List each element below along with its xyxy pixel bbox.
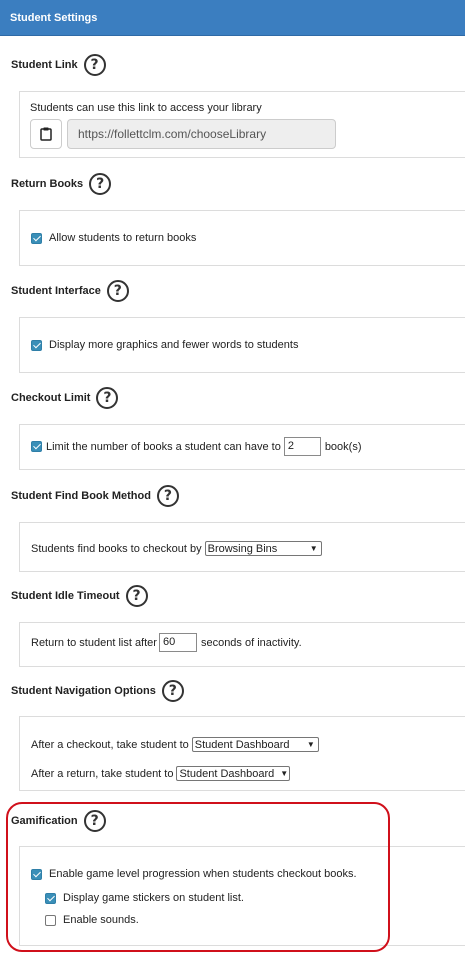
idle-timeout-title: Student Idle Timeout: [11, 590, 120, 602]
idle-timeout-section-title: Student Idle Timeout ?: [11, 585, 148, 607]
help-icon[interactable]: ?: [83, 810, 106, 832]
help-icon[interactable]: ?: [161, 680, 184, 702]
find-book-selected: Browsing Bins: [207, 542, 278, 555]
help-icon[interactable]: ?: [89, 173, 112, 195]
navigation-title: Student Navigation Options: [11, 685, 156, 697]
chevron-down-icon: ▼: [306, 740, 315, 749]
student-interface-title: Student Interface: [11, 285, 101, 297]
graphics-checkbox[interactable]: [31, 339, 42, 351]
navigation-section-title: Student Navigation Options ?: [11, 680, 184, 702]
help-icon[interactable]: ?: [156, 485, 179, 507]
find-book-section-title: Student Find Book Method ?: [11, 485, 179, 507]
sounds-label: Enable sounds.: [63, 914, 139, 926]
checkout-limit-panel: Limit the number of books a student can …: [19, 424, 465, 470]
after-checkout-row: After a checkout, take student to Studen…: [31, 737, 319, 752]
page-title: Student Settings: [10, 11, 98, 24]
allow-return-checkbox[interactable]: [31, 232, 42, 244]
after-return-select[interactable]: Student Dashboard ▼: [176, 766, 291, 781]
game-stickers-checkbox[interactable]: [45, 892, 56, 904]
gamification-title: Gamification: [11, 815, 78, 827]
student-interface-panel: Display more graphics and fewer words to…: [19, 317, 465, 373]
after-checkout-label: After a checkout, take student to: [31, 738, 189, 751]
checkout-limit-title: Checkout Limit: [11, 392, 91, 404]
clipboard-icon: [40, 127, 52, 141]
gamification-panel: Enable game level progression when stude…: [19, 846, 465, 946]
checkout-limit-section-title: Checkout Limit ?: [11, 387, 119, 409]
find-book-panel: Students find books to checkout by Brows…: [19, 522, 465, 572]
navigation-panel: After a checkout, take student to Studen…: [19, 716, 465, 791]
return-books-section-title: Return Books ?: [11, 173, 112, 195]
student-link-url-field[interactable]: https://follettclm.com/chooseLibrary: [67, 119, 336, 149]
help-icon[interactable]: ?: [125, 585, 148, 607]
checkout-limit-checkbox[interactable]: [31, 441, 42, 452]
game-level-option[interactable]: Enable game level progression when stude…: [31, 868, 357, 880]
idle-timeout-row: Return to student list after 60 seconds …: [31, 633, 302, 652]
chevron-down-icon: ▼: [309, 544, 318, 553]
after-checkout-select[interactable]: Student Dashboard ▼: [191, 737, 319, 752]
gamification-section-title: Gamification ?: [11, 810, 106, 832]
after-return-selected: Student Dashboard: [179, 767, 275, 780]
game-level-checkbox[interactable]: [31, 868, 42, 880]
help-icon[interactable]: ?: [83, 54, 106, 76]
student-link-panel: Students can use this link to access you…: [19, 91, 465, 158]
return-books-panel: Allow students to return books: [19, 210, 465, 266]
student-link-section-title: Student Link ?: [11, 54, 106, 76]
help-icon[interactable]: ?: [96, 387, 119, 409]
page-header: Student Settings: [0, 0, 465, 36]
student-link-description: Students can use this link to access you…: [30, 102, 262, 114]
graphics-option[interactable]: Display more graphics and fewer words to…: [31, 339, 298, 351]
checkout-limit-option[interactable]: Limit the number of books a student can …: [31, 437, 362, 456]
find-book-label: Students find books to checkout by: [31, 542, 202, 555]
sounds-checkbox[interactable]: [45, 914, 56, 926]
allow-return-label: Allow students to return books: [49, 232, 197, 244]
return-books-title: Return Books: [11, 178, 84, 190]
checkout-limit-label: Limit the number of books a student can …: [46, 440, 281, 453]
checkout-limit-suffix: book(s): [324, 440, 362, 453]
idle-timeout-input[interactable]: 60: [158, 633, 197, 652]
help-icon[interactable]: ?: [106, 280, 129, 302]
after-return-row: After a return, take student to Student …: [31, 766, 291, 781]
find-book-row: Students find books to checkout by Brows…: [31, 541, 322, 556]
idle-timeout-prefix: Return to student list after: [31, 636, 157, 649]
game-stickers-label: Display game stickers on student list.: [63, 892, 244, 904]
after-return-label: After a return, take student to: [31, 767, 174, 780]
graphics-label: Display more graphics and fewer words to…: [49, 339, 299, 351]
idle-timeout-panel: Return to student list after 60 seconds …: [19, 622, 465, 667]
game-stickers-option[interactable]: Display game stickers on student list.: [45, 892, 244, 904]
student-link-url: https://follettclm.com/chooseLibrary: [78, 127, 267, 141]
student-interface-section-title: Student Interface ?: [11, 280, 129, 302]
allow-return-option[interactable]: Allow students to return books: [31, 232, 196, 244]
checkout-limit-input[interactable]: 2: [283, 437, 321, 456]
student-link-title: Student Link: [11, 59, 78, 71]
find-book-select[interactable]: Browsing Bins ▼: [204, 541, 322, 556]
after-checkout-selected: Student Dashboard: [194, 738, 290, 751]
sounds-option[interactable]: Enable sounds.: [45, 914, 139, 926]
idle-timeout-suffix: seconds of inactivity.: [200, 636, 302, 649]
copy-link-button[interactable]: [30, 119, 62, 149]
find-book-title: Student Find Book Method: [11, 490, 151, 502]
chevron-down-icon: ▼: [280, 769, 289, 778]
game-level-label: Enable game level progression when stude…: [49, 868, 357, 880]
